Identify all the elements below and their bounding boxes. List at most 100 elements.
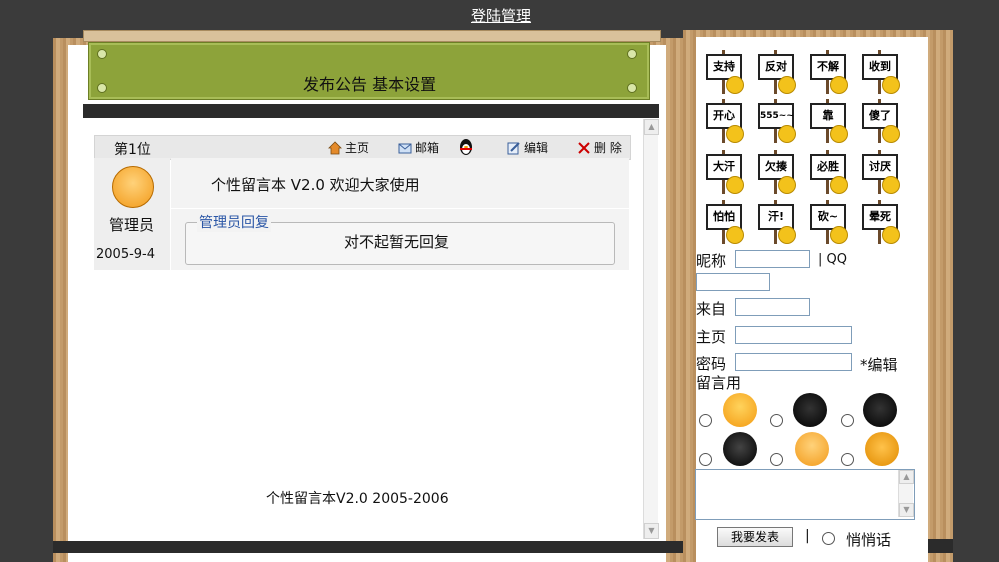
smiley-sign-icon[interactable]: 傻了 [862, 99, 900, 143]
nickname-label: 昵称 [696, 252, 727, 270]
pin-icon [627, 83, 637, 93]
smiley-sign-icon[interactable]: 砍~ [810, 200, 848, 244]
footer-text: 个性留言本V2.0 2005-2006 [266, 491, 449, 507]
login-manage-link[interactable]: 登陆管理 [471, 5, 531, 26]
reply-title: 管理员回复 [197, 212, 271, 232]
smiley-sign-icon[interactable]: 靠 [810, 99, 848, 143]
face-radio-6[interactable] [841, 453, 854, 466]
right-bottom-bar [928, 539, 953, 553]
banner-links[interactable]: 发布公告 基本设置 [303, 71, 436, 95]
pin-icon [627, 49, 637, 59]
reply-text: 对不起暂无回复 [344, 233, 450, 251]
smiley-face-icon [778, 226, 796, 244]
bottom-bar [53, 541, 683, 553]
smiley-sign-icon[interactable]: 555~~ [758, 99, 796, 143]
whisper-radio[interactable] [822, 532, 835, 545]
smiley-sign-icon[interactable]: 开心 [706, 99, 744, 143]
shocked-face-icon [863, 393, 897, 427]
smiley-sign-icon[interactable]: 怕怕 [706, 200, 744, 244]
smiley-face-icon [726, 76, 744, 94]
thumbs-face-icon [865, 432, 899, 466]
smiley-sign-icon[interactable]: 反对 [758, 50, 796, 94]
edit-link[interactable]: 编辑 [507, 139, 548, 156]
face-radio-5[interactable] [770, 453, 783, 466]
home-link-label: 主页 [345, 141, 370, 155]
smiley-sign-icon[interactable]: 晕死 [862, 200, 900, 244]
post-message: 个性留言本 V2.0 欢迎大家使用 [211, 176, 420, 194]
textarea-scroll-down[interactable]: ▼ [899, 503, 914, 517]
post-rank: 第1位 [114, 142, 151, 158]
post-date: 2005-9-4 [96, 247, 156, 262]
author-name: 管理员 [109, 216, 155, 234]
whisper-label: 悄悄话 [846, 531, 892, 549]
smiley-face-icon [778, 76, 796, 94]
face-radio-3[interactable] [841, 414, 854, 427]
smiley-face-icon [778, 125, 796, 143]
banner: 发布公告 基本设置 [88, 42, 650, 100]
home-icon [328, 140, 342, 154]
banner-divider [83, 104, 659, 118]
qq-link[interactable] [457, 138, 475, 160]
edit-icon [507, 141, 520, 154]
smiley-sign-icon[interactable]: 大汗 [706, 150, 744, 194]
textarea-scroll-up[interactable]: ▲ [899, 470, 914, 484]
delete-link-label: 删 除 [594, 141, 622, 155]
left-panel [68, 45, 666, 562]
mail-link[interactable]: 邮箱 [398, 139, 439, 156]
scroll-down-arrow[interactable]: ▼ [644, 523, 659, 539]
textarea-scrollbar[interactable]: ▲ ▼ [898, 470, 914, 517]
smiley-sign-icon[interactable]: 欠揍 [758, 150, 796, 194]
edit-note-2: 留言用 [696, 374, 742, 392]
banner-top-strip [83, 30, 661, 42]
face-radio-1[interactable] [699, 414, 712, 427]
smiley-face-icon [726, 125, 744, 143]
smiley-face-icon [830, 125, 848, 143]
home-link[interactable]: 主页 [328, 139, 369, 156]
smiley-face-icon [882, 176, 900, 194]
smiley-face-icon [830, 226, 848, 244]
delete-icon [578, 141, 590, 154]
author-avatar [112, 166, 154, 208]
qq-penguin-icon [460, 139, 472, 155]
password-label: 密码 [696, 355, 727, 373]
smiley-face-icon [830, 176, 848, 194]
face-radio-2[interactable] [770, 414, 783, 427]
smiley-sign-icon[interactable]: 收到 [862, 50, 900, 94]
qq-input[interactable] [696, 273, 770, 291]
from-label: 来自 [696, 300, 727, 318]
qq-label: | QQ [818, 252, 847, 267]
face-radio-4[interactable] [699, 453, 712, 466]
smiley-sign-icon[interactable]: 讨厌 [862, 150, 900, 194]
sad-face-icon [795, 432, 829, 466]
pin-icon [97, 83, 107, 93]
homepage-input[interactable] [735, 326, 852, 344]
mail-icon [398, 143, 412, 153]
password-input[interactable] [735, 353, 852, 371]
smiley-face-icon [726, 176, 744, 194]
message-scrollbar[interactable]: ▲ ▼ [643, 119, 659, 539]
love-face-icon [723, 393, 757, 427]
scroll-up-arrow[interactable]: ▲ [644, 119, 659, 135]
edit-link-label: 编辑 [524, 141, 549, 155]
smiley-face-icon [778, 176, 796, 194]
pin-icon [97, 49, 107, 59]
smiley-face-icon [882, 226, 900, 244]
smiley-sign-icon[interactable]: 必胜 [810, 150, 848, 194]
nickname-input[interactable] [735, 250, 810, 268]
smiley-face-icon [882, 125, 900, 143]
smiley-sign-icon[interactable]: 支持 [706, 50, 744, 94]
from-input[interactable] [735, 298, 810, 316]
crying-face-icon [793, 393, 827, 427]
delete-link[interactable]: 删 除 [577, 139, 622, 156]
smiley-sign-icon[interactable]: 汗! [758, 200, 796, 244]
message-textarea[interactable] [695, 469, 915, 520]
money-face-icon [723, 432, 757, 466]
smiley-face-icon [882, 76, 900, 94]
mail-link-label: 邮箱 [415, 141, 440, 155]
separator: | [805, 528, 810, 544]
edit-note: *编辑 [860, 356, 898, 374]
homepage-label: 主页 [696, 328, 727, 346]
smiley-face-icon [726, 226, 744, 244]
submit-button[interactable]: 我要发表 [717, 527, 793, 547]
smiley-sign-icon[interactable]: 不解 [810, 50, 848, 94]
